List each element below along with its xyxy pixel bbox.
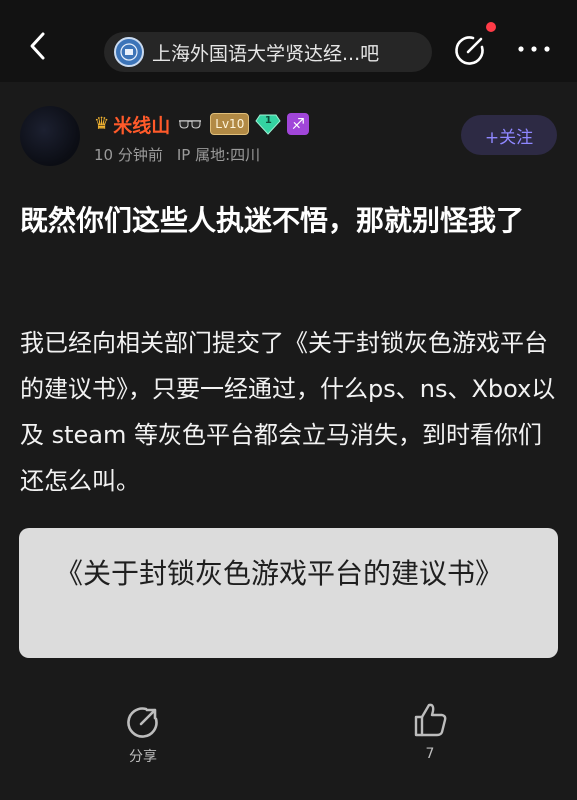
forum-entry-pill[interactable]: 上海外国语大学贤达经...吧 <box>104 32 432 72</box>
forum-name: 上海外国语大学贤达经...吧 <box>152 42 380 65</box>
author-avatar[interactable] <box>20 106 80 166</box>
post-time: 10 分钟前 <box>94 146 163 164</box>
like-count: 7 <box>425 746 435 762</box>
crown-icon: ♛ <box>94 114 110 134</box>
forum-logo-icon <box>114 37 144 67</box>
author-username[interactable]: 米线山 <box>113 111 170 138</box>
post-meta: 10 分钟前 IP 属地:四川 <box>94 144 260 165</box>
post-body: 我已经向相关部门提交了《关于封锁灰色游戏平台的建议书》，只要一经通过，什么ps、… <box>20 329 556 495</box>
quote-card-text: 《关于封锁灰色游戏平台的建议书》 <box>55 557 504 590</box>
thumbs-up-icon <box>414 703 447 737</box>
sunglasses-icon <box>178 118 202 130</box>
ip-location: IP 属地:四川 <box>176 146 261 164</box>
edit-post-button[interactable] <box>450 30 490 70</box>
back-icon <box>30 32 45 60</box>
top-navigation-bar: 上海外国语大学贤达经...吧 <box>0 0 577 82</box>
more-icon <box>518 46 550 52</box>
quote-card: 《关于封锁灰色游戏平台的建议书》 <box>19 528 558 658</box>
sagittarius-icon: ♐ <box>287 113 310 135</box>
share-icon <box>127 707 158 738</box>
follow-button[interactable]: +关注 <box>461 115 557 155</box>
share-label: 分享 <box>129 749 157 765</box>
post-title: 既然你们这些人执迷不悟，那就别怪我了 <box>20 204 525 237</box>
notification-dot <box>486 22 496 32</box>
like-button[interactable]: 7 <box>400 700 460 770</box>
author-name-row: ♛ 米线山 Lv10 1 ♐ <box>94 110 310 138</box>
share-button[interactable]: 分享 <box>113 704 173 774</box>
edit-icon <box>455 36 484 65</box>
back-button[interactable] <box>20 28 56 64</box>
gem-badge-icon: 1 <box>255 113 281 135</box>
more-options-button[interactable] <box>512 34 556 64</box>
gem-level: 1 <box>264 115 272 126</box>
level-badge: Lv10 <box>210 113 250 135</box>
